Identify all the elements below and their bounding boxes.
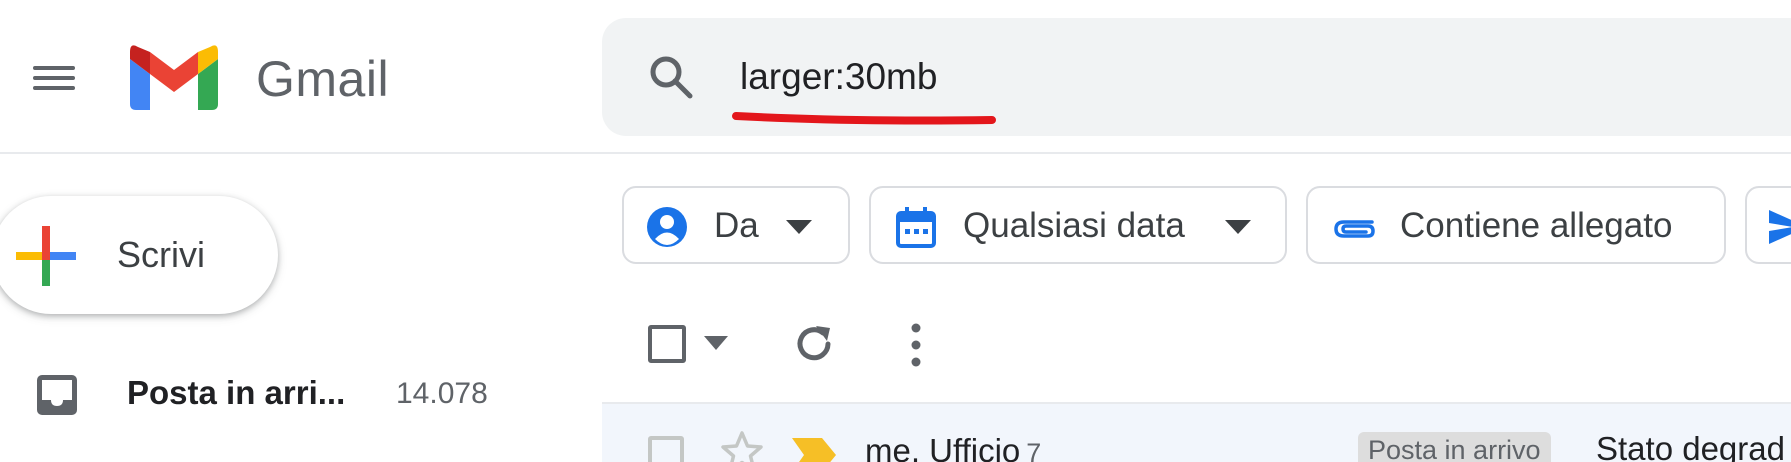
select-all-checkbox[interactable] [648,325,686,363]
sidebar-item-label: Posta in arri... [127,374,346,411]
sender-names: me, Ufficio [865,432,1021,462]
search-input[interactable] [740,52,1640,102]
email-sender: me, Ufficio 7 [865,432,1041,462]
email-row[interactable]: me, Ufficio 7 Posta in arrivo Stato degra… [602,402,1791,462]
email-subject: Stato degrad [1596,430,1785,462]
compose-button[interactable]: Scrivi [0,196,278,314]
caret-down-icon [1225,220,1251,234]
compose-label: Scrivi [117,234,205,275]
filter-chip-label: Da [714,206,759,245]
red-underline-annotation [732,112,996,125]
thread-count: 7 [1026,438,1042,462]
filter-chip-has-attachment[interactable]: Contiene allegato [1306,186,1726,264]
star-icon[interactable] [720,430,764,462]
filter-chip-from[interactable]: Da [622,186,850,264]
filter-chip-date[interactable]: Qualsiasi data [869,186,1287,264]
row-checkbox[interactable] [648,436,684,462]
important-marker-icon[interactable] [792,438,836,462]
top-header: Gmail [0,0,1791,154]
gmail-logo-icon[interactable] [130,44,218,110]
refresh-icon[interactable] [792,322,836,366]
caret-down-icon[interactable] [704,336,728,350]
search-icon[interactable] [648,54,694,100]
inbox-icon [37,375,77,415]
filter-chip-label: Qualsiasi data [963,206,1185,245]
calendar-icon [896,207,936,248]
more-vert-icon[interactable] [900,320,932,370]
person-icon [647,207,687,247]
hamburger-menu-icon[interactable] [28,58,80,98]
plus-icon [16,226,76,286]
sidebar-item-inbox[interactable]: Posta in arri... 14.078 [0,360,590,430]
send-icon [1769,210,1791,244]
email-label-badge[interactable]: Posta in arrivo [1358,432,1551,462]
attachment-icon [1334,220,1375,238]
filter-chip-label: Contiene allegato [1400,206,1673,245]
unread-count: 14.078 [396,377,488,410]
caret-down-icon [786,220,812,234]
app-logo-text: Gmail [256,51,390,107]
filter-chip-sent[interactable] [1745,186,1791,264]
